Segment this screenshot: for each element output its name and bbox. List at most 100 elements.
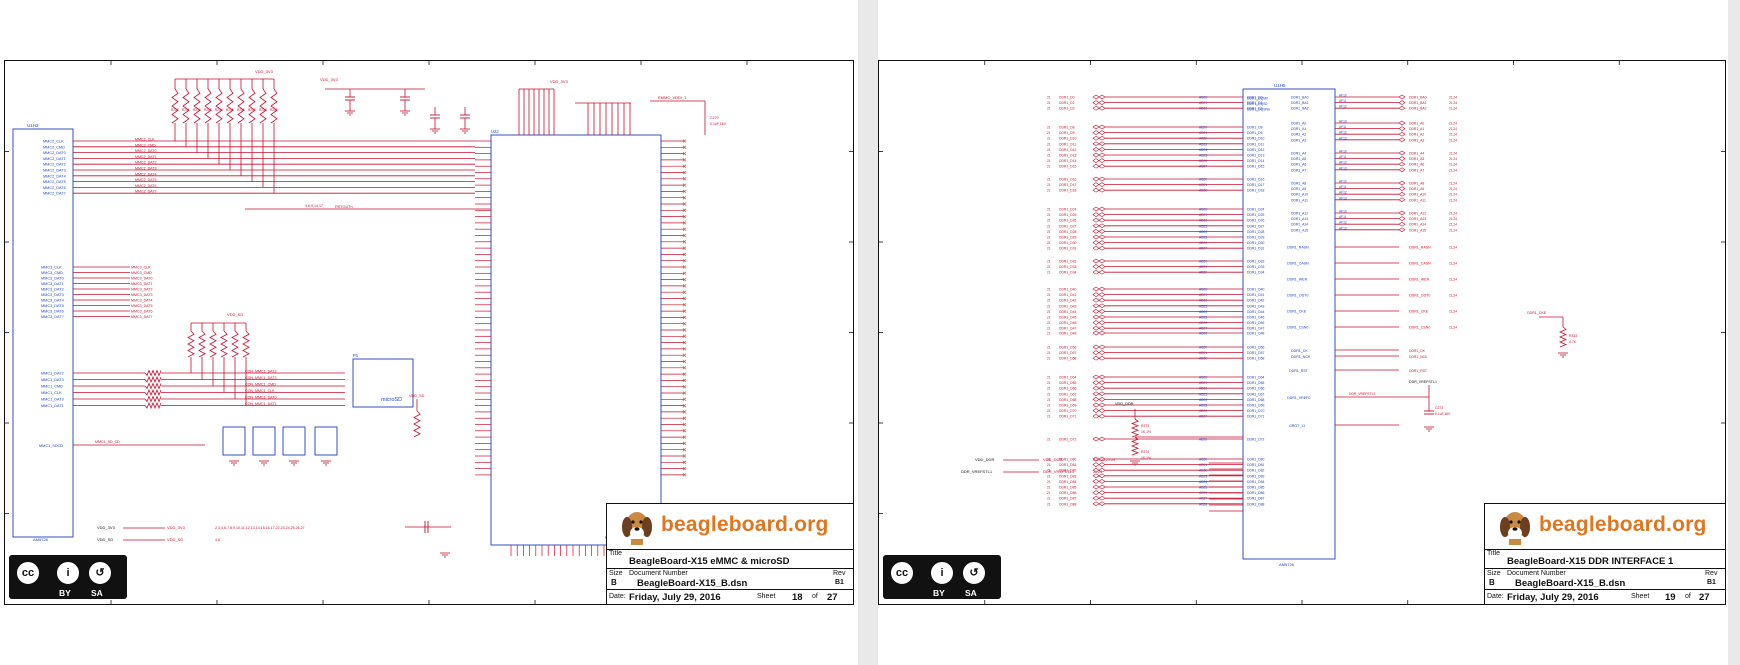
offpage-connector xyxy=(1398,94,1406,100)
net-label: CON_MMC1_DAT1 xyxy=(245,402,276,406)
sheet-reference: 21,24 xyxy=(1449,228,1457,232)
pin-name: DDR1_WEN xyxy=(1287,278,1308,282)
schematic-sheet-1: U1H3 AM5728 MMC2_CLK MMC2_CLK MMC2_CMD MMC2_C… xyxy=(4,60,854,605)
sheet-reference: 21 xyxy=(1047,346,1051,350)
sheet-reference: 21 xyxy=(1047,415,1051,419)
pin-number: AF11 xyxy=(1339,185,1347,189)
pin-name: DDR1_D65 xyxy=(1247,381,1264,385)
pin-number: AD26 xyxy=(1199,409,1207,413)
offpage-connector xyxy=(1092,163,1106,169)
sheet-reference: 21 xyxy=(1047,387,1051,391)
by-icon: i xyxy=(929,560,955,586)
pin-name: DDR1_D46 xyxy=(1247,321,1264,325)
net-label: DDR1_A0 xyxy=(1409,122,1424,126)
sheet-reference: 21,24 xyxy=(1449,127,1457,131)
power-label: VDD_3V3 xyxy=(550,79,569,84)
pin-name: DDR1_D10 xyxy=(1247,137,1264,141)
sheet-reference: 21 xyxy=(1047,126,1051,130)
net-label: DDR1_D83 xyxy=(1059,474,1076,478)
pin-name: DDR1_A5 xyxy=(1291,157,1306,161)
sheet-reference: 21,24 xyxy=(1449,163,1457,167)
net-label: DDR1_A15 xyxy=(1409,228,1426,232)
offpage-connector xyxy=(1092,350,1106,355)
pin-number: AD24 xyxy=(1199,398,1207,402)
pin-number: AD23 xyxy=(1199,224,1207,228)
pin-number: AD20 xyxy=(1199,178,1207,182)
esd-protection xyxy=(314,426,338,456)
docnum-label: Document Number xyxy=(1507,570,1566,577)
sheet-number: 18 xyxy=(792,592,803,603)
sheet-reference: 21 xyxy=(1047,321,1051,325)
ref-designator: U22 xyxy=(491,129,499,134)
net-label: DDR1_D42 xyxy=(1059,299,1076,303)
pin-name: DDR1_D71 xyxy=(1247,415,1264,419)
sheet-reference: 21 xyxy=(1047,137,1051,141)
pin-number: AD20 xyxy=(1199,208,1207,212)
pin-number: AD22 xyxy=(1199,189,1207,193)
pin-name: DDR1_D70 xyxy=(1247,409,1264,413)
processor-block-u1 xyxy=(12,128,74,538)
pin-number: AD22 xyxy=(1199,299,1207,303)
component-value: 0.1uF,16V xyxy=(1435,412,1451,416)
net-label: DDR1_D25 xyxy=(1059,213,1076,217)
sheet-reference: 21 xyxy=(1047,224,1051,228)
pin-name: DDR1_D32 xyxy=(1247,260,1264,264)
offpage-connector xyxy=(1398,161,1406,167)
net-label: MMC3_DAT3 xyxy=(131,293,153,297)
sheet-label: Sheet xyxy=(757,593,776,600)
net-label: DDR1_D27 xyxy=(1059,224,1076,228)
pin-number: AF11 xyxy=(1339,125,1347,129)
offpage-connector xyxy=(1398,100,1406,105)
sheet-reference: 21 xyxy=(1047,208,1051,212)
pin-name: DDR1_D18 xyxy=(1247,189,1264,193)
net-label: MMC3_DAT5 xyxy=(131,304,153,308)
net-label: DDR1_CK xyxy=(1409,349,1426,353)
pin-name: DDR1_D47 xyxy=(1247,327,1264,331)
pullup-resistor xyxy=(220,330,228,358)
net-label: DDR1_A14 xyxy=(1409,223,1426,227)
offpage-connector xyxy=(1092,436,1106,442)
pin-number: AD20 xyxy=(1199,288,1207,292)
sheet-reference: 21 xyxy=(1047,293,1051,297)
offpage-connector xyxy=(1092,217,1106,223)
pin-name: DDR1_D13 xyxy=(1247,154,1264,158)
sheet-reference: 21,24 xyxy=(1449,223,1457,227)
sheet-reference: 21 xyxy=(1047,271,1051,275)
sheet-reference: 21,24 xyxy=(1449,138,1457,142)
docnum-label: Document Number xyxy=(629,570,688,577)
sheet-reference: 21 xyxy=(1047,299,1051,303)
sheet-reference: 21 xyxy=(1047,288,1051,292)
rev-label: Rev xyxy=(833,570,846,577)
series-resistor xyxy=(144,375,162,384)
power-label: DDR_VREFSTL1 xyxy=(1043,469,1075,474)
pin-number: AD27 xyxy=(1199,327,1207,331)
pin-name: DDR1_D66 xyxy=(1247,387,1264,391)
offpage-connector xyxy=(1092,344,1106,350)
net-label: DDR1_D88 xyxy=(1059,502,1076,506)
sheet-reference: 21 xyxy=(1047,409,1051,413)
component-value: 1K,1% xyxy=(1141,430,1151,434)
pin-name: DDR1_NCK xyxy=(1291,355,1311,359)
offpage-connector xyxy=(1092,141,1106,147)
offpage-connector xyxy=(1092,292,1106,297)
pin-number: AD27 xyxy=(1199,247,1207,251)
sheet-reference: 21,24 xyxy=(1449,198,1457,202)
net-label: DDR1_CASN xyxy=(1409,262,1431,266)
ref-designator: R250 xyxy=(171,108,179,112)
power-label: VDD_3V3 xyxy=(320,77,339,82)
net-label: DDR1_D2 xyxy=(1059,107,1075,111)
net-label: DDR1_D58 xyxy=(1059,357,1076,361)
sheet-reference: 21 xyxy=(1047,474,1051,478)
net-label: DDR1_D43 xyxy=(1059,304,1076,308)
cc-by-label: BY xyxy=(59,588,71,598)
sheet-number: 19 xyxy=(1665,592,1676,603)
pin-name: MMC2_DAT3 xyxy=(43,169,66,173)
offpage-connector xyxy=(1092,297,1106,303)
sheet-reference: 21 xyxy=(1047,247,1051,251)
power-label: VDD_DDR xyxy=(1115,402,1134,406)
pullup-resistor xyxy=(237,88,245,124)
pin-number: AD20 xyxy=(1199,376,1207,380)
sheet-reference: 21 xyxy=(1047,491,1051,495)
sheet-reference: 21,24 xyxy=(1449,193,1457,197)
pin-name: DDR1_CASN xyxy=(1287,262,1309,266)
